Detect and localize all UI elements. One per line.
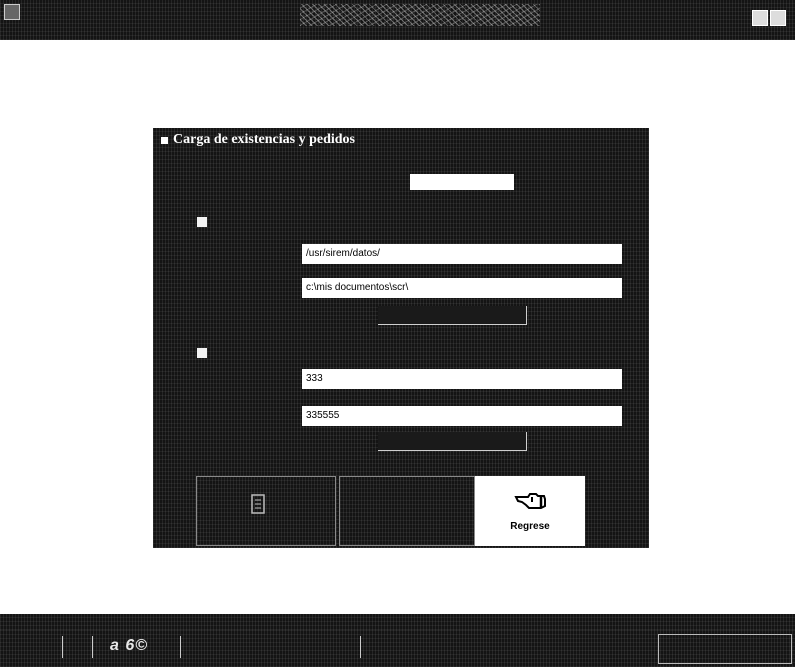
remote-path-value: /usr/sirem/datos/ [306, 248, 380, 259]
back-button-label: Regrese [510, 521, 550, 532]
dialog-title: Carga de existencias y pedidos [173, 132, 355, 147]
value-1-text: 333 [306, 373, 323, 384]
taskbar-slot[interactable] [92, 636, 103, 658]
local-path-value: c:\mis documentos\scr\ [306, 282, 409, 293]
taskbar-slot[interactable] [62, 636, 73, 658]
option-checkbox-1[interactable] [197, 217, 207, 227]
system-tray[interactable] [658, 634, 792, 664]
minimize-button[interactable] [752, 10, 768, 26]
status-strip [0, 614, 795, 630]
top-field[interactable] [410, 174, 514, 190]
value-2-input[interactable]: 335555 [302, 406, 622, 426]
app-menu-icon[interactable] [4, 4, 20, 20]
app-title-bar [0, 0, 795, 40]
value-2-text: 335555 [306, 410, 340, 421]
remote-path-input[interactable]: /usr/sirem/datos/ [302, 244, 622, 264]
cancel-button[interactable] [339, 476, 475, 546]
title-bar-texture [300, 4, 540, 26]
path-progress-box [378, 306, 527, 325]
value-1-input[interactable]: 333 [302, 369, 622, 389]
window-icon [161, 137, 168, 144]
local-path-input[interactable]: c:\mis documentos\scr\ [302, 278, 622, 298]
option-checkbox-2[interactable] [197, 348, 207, 358]
pointing-hand-icon [514, 493, 546, 509]
value-progress-box [378, 432, 527, 451]
quick-launch-text[interactable]: a 6© [110, 637, 148, 655]
maximize-button[interactable] [770, 10, 786, 26]
back-button[interactable]: Regrese [475, 476, 585, 546]
process-button[interactable] [196, 476, 336, 546]
document-icon [251, 494, 265, 514]
taskbar-slot[interactable] [180, 636, 191, 658]
load-dialog: Carga de existencias y pedidos /usr/sire… [153, 128, 649, 548]
taskbar: a 6© [0, 630, 795, 667]
taskbar-slot[interactable] [360, 636, 371, 658]
dialog-title-bar: Carga de existencias y pedidos [153, 128, 649, 156]
